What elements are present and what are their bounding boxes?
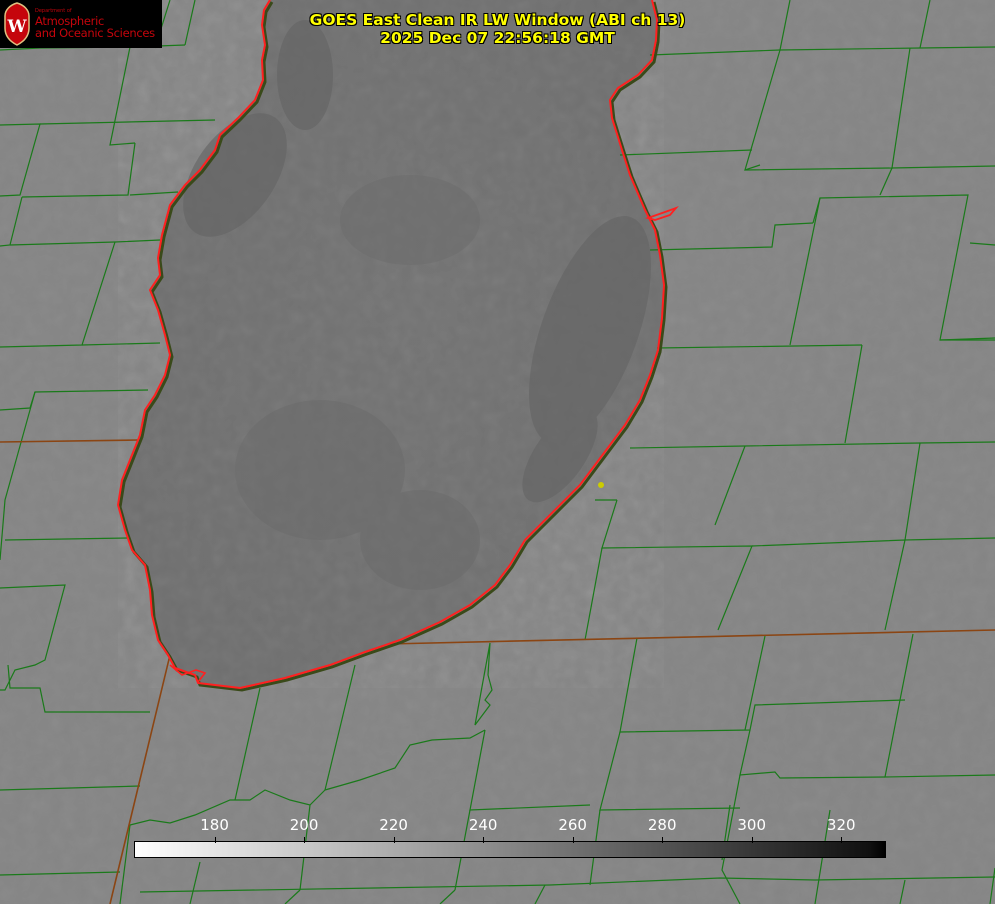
- uw-aos-logo: W Department of Atmospheric and Oceanic …: [0, 0, 162, 48]
- colorbar-tick-mark: [304, 837, 306, 843]
- colorbar-tick-label: 240: [468, 816, 498, 834]
- colorbar-tick-label: 200: [289, 816, 319, 834]
- colorbar-tick-label: 220: [379, 816, 408, 834]
- logo-text: Department of Atmospheric and Oceanic Sc…: [35, 9, 155, 39]
- colorbar-tick-mark: [483, 837, 485, 843]
- colorbar: [134, 841, 886, 858]
- colorbar-tick-mark: [214, 837, 216, 843]
- colorbar-tick-mark: [662, 837, 664, 843]
- satellite-map: W Department of Atmospheric and Oceanic …: [0, 0, 995, 904]
- colorbar-tick-mark: [393, 837, 395, 843]
- colorbar-tick-label: 260: [558, 816, 587, 834]
- colorbar-tick-mark: [841, 837, 843, 843]
- colorbar-tick-label: 300: [737, 816, 767, 834]
- colorbar-tick-label: 180: [200, 816, 229, 834]
- logo-line2: and Oceanic Sciences: [35, 25, 155, 40]
- colorbar-tick-mark: [751, 837, 753, 843]
- station-marker: [598, 482, 604, 488]
- image-timestamp: 2025 Dec 07 22:56:18 GMT: [380, 29, 615, 47]
- uw-crest-icon: W: [4, 2, 30, 46]
- ir-imagery: [0, 0, 995, 904]
- image-title: GOES East Clean IR LW Window (ABI ch 13): [309, 11, 686, 29]
- svg-text:W: W: [6, 17, 27, 37]
- colorbar-tick-label: 320: [826, 816, 856, 834]
- colorbar-tick-mark: [572, 837, 574, 843]
- colorbar-tick-label: 280: [647, 816, 677, 834]
